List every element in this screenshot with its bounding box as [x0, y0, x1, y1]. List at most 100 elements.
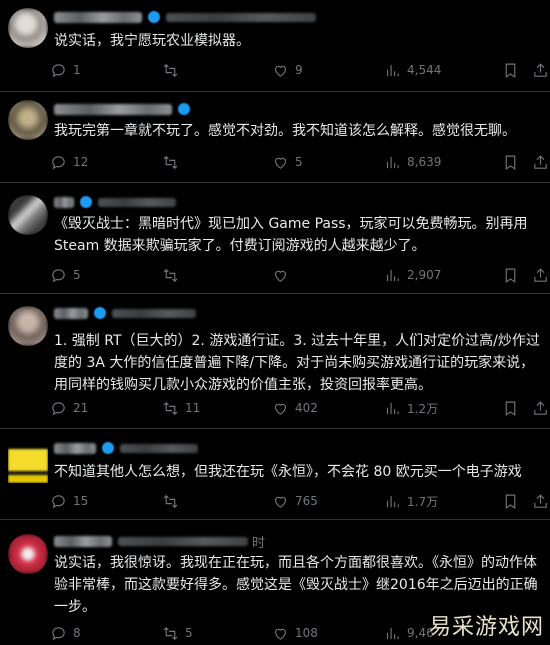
bookmark-icon	[505, 494, 516, 509]
heart-icon	[274, 157, 287, 169]
bookmark-button[interactable]	[502, 60, 519, 80]
reply-post[interactable]: 说实话，我宁愿玩农业模拟器。 1 9 4,544	[0, 0, 550, 92]
avatar[interactable]	[8, 100, 48, 140]
like-button[interactable]: 765	[272, 491, 318, 511]
reply-button[interactable]: 15	[50, 491, 88, 511]
share-button[interactable]	[532, 265, 549, 285]
like-button[interactable]: 9	[272, 60, 303, 80]
site-watermark: 易采游戏网	[428, 615, 544, 640]
reply-button[interactable]: 12	[50, 152, 88, 172]
post-text: 我玩完第一章就不玩了。感觉不对劲。我不知道该怎么解释。感觉很无聊。	[54, 123, 516, 139]
retweet-button[interactable]	[162, 265, 185, 285]
display-name[interactable]	[54, 442, 96, 454]
views-button[interactable]: 8,639	[384, 152, 441, 172]
post-text: 不知道其他人怎么想，但我还在玩《永恒》，不会花 80 欧元买一个电子游戏	[54, 464, 522, 480]
retweet-button[interactable]	[162, 152, 185, 172]
heart-icon	[274, 65, 287, 77]
heart-icon	[274, 496, 287, 508]
views-icon	[386, 156, 399, 168]
retweet-icon	[163, 494, 178, 508]
retweet-button[interactable]	[162, 491, 185, 511]
post-header	[54, 439, 198, 457]
avatar[interactable]	[8, 8, 48, 48]
views-icon	[386, 627, 399, 639]
bookmark-icon	[505, 63, 516, 78]
share-icon	[534, 493, 547, 508]
views-icon	[386, 402, 399, 414]
like-count: 765	[295, 494, 318, 508]
display-name[interactable]	[54, 535, 112, 547]
reply-feed: 说实话，我宁愿玩农业模拟器。 1 9 4,544 我玩完第一章就不玩了。感觉不对…	[0, 0, 550, 645]
share-icon	[534, 400, 547, 415]
reply-icon	[52, 401, 65, 415]
bookmark-button[interactable]	[502, 265, 519, 285]
user-handle[interactable]	[98, 197, 176, 207]
like-button[interactable]: 108	[272, 623, 318, 643]
retweet-button[interactable]	[162, 60, 185, 80]
retweet-button[interactable]: 11	[162, 398, 200, 418]
avatar[interactable]	[8, 534, 48, 574]
like-button[interactable]: 5	[272, 152, 303, 172]
bookmark-button[interactable]	[502, 152, 519, 172]
retweet-count: 5	[185, 626, 193, 640]
views-icon	[386, 64, 399, 76]
retweet-icon	[163, 155, 178, 169]
avatar[interactable]	[8, 306, 48, 346]
share-button[interactable]	[532, 152, 549, 172]
user-handle[interactable]	[166, 12, 316, 22]
like-count: 108	[295, 626, 318, 640]
bookmark-button[interactable]	[502, 398, 519, 418]
display-name[interactable]	[54, 196, 74, 208]
like-button[interactable]: 402	[272, 398, 318, 418]
heart-icon	[274, 628, 287, 640]
retweet-icon	[163, 63, 178, 77]
reply-button[interactable]: 5	[50, 265, 81, 285]
view-count: 4,544	[407, 63, 442, 77]
reply-post[interactable]: 不知道其他人怎么想，但我还在玩《永恒》，不会花 80 欧元买一个电子游戏 15 …	[0, 429, 550, 520]
reply-post[interactable]: 1. 强制 RT（巨大的）2. 游戏通行证。3. 过去十年里，人们对定价过高/炒…	[0, 294, 550, 429]
bookmark-button[interactable]	[502, 491, 519, 511]
views-button[interactable]: 2,907	[384, 265, 441, 285]
views-button[interactable]: 1.2万	[384, 398, 438, 418]
verified-badge-icon	[148, 11, 160, 23]
share-button[interactable]	[532, 398, 549, 418]
user-handle[interactable]	[118, 536, 248, 546]
user-handle[interactable]	[112, 308, 196, 318]
verified-badge-icon	[102, 442, 114, 454]
view-count: 1.2万	[407, 401, 439, 416]
views-icon	[386, 495, 399, 507]
display-name[interactable]	[54, 103, 172, 115]
view-count: 1.7万	[407, 494, 439, 509]
view-count: 2,907	[407, 268, 442, 282]
share-button[interactable]	[532, 491, 549, 511]
views-button[interactable]: 4,544	[384, 60, 441, 80]
reply-count: 5	[73, 268, 81, 282]
avatar[interactable]	[8, 195, 48, 235]
display-name[interactable]	[54, 307, 88, 319]
retweet-icon	[163, 401, 178, 415]
view-count: 8,639	[407, 155, 442, 169]
share-button[interactable]	[532, 60, 549, 80]
views-icon	[386, 269, 399, 281]
reply-button[interactable]: 8	[50, 623, 81, 643]
like-count: 9	[295, 63, 303, 77]
reply-icon	[52, 268, 65, 282]
views-button[interactable]: 9,46	[384, 623, 434, 643]
reply-button[interactable]: 21	[50, 398, 88, 418]
views-button[interactable]: 1.7万	[384, 491, 438, 511]
post-text: 《毁灭战士：黑暗时代》现已加入 Game Pass，玩家可以免费畅玩。别再用 S…	[54, 216, 533, 254]
user-handle[interactable]	[120, 443, 198, 453]
like-button[interactable]	[272, 265, 295, 285]
share-icon	[534, 62, 547, 77]
avatar[interactable]	[8, 443, 48, 483]
display-name[interactable]	[54, 11, 142, 23]
reply-count: 21	[73, 401, 89, 415]
reply-count: 1	[73, 63, 81, 77]
post-time[interactable]: 时	[252, 532, 265, 551]
post-header	[54, 193, 176, 211]
reply-post[interactable]: 《毁灭战士：黑暗时代》现已加入 Game Pass，玩家可以免费畅玩。别再用 S…	[0, 183, 550, 294]
reply-post[interactable]: 我玩完第一章就不玩了。感觉不对劲。我不知道该怎么解释。感觉很无聊。 12 5 8…	[0, 92, 550, 183]
retweet-button[interactable]: 5	[162, 623, 193, 643]
verified-badge-icon	[80, 196, 92, 208]
reply-button[interactable]: 1	[50, 60, 81, 80]
